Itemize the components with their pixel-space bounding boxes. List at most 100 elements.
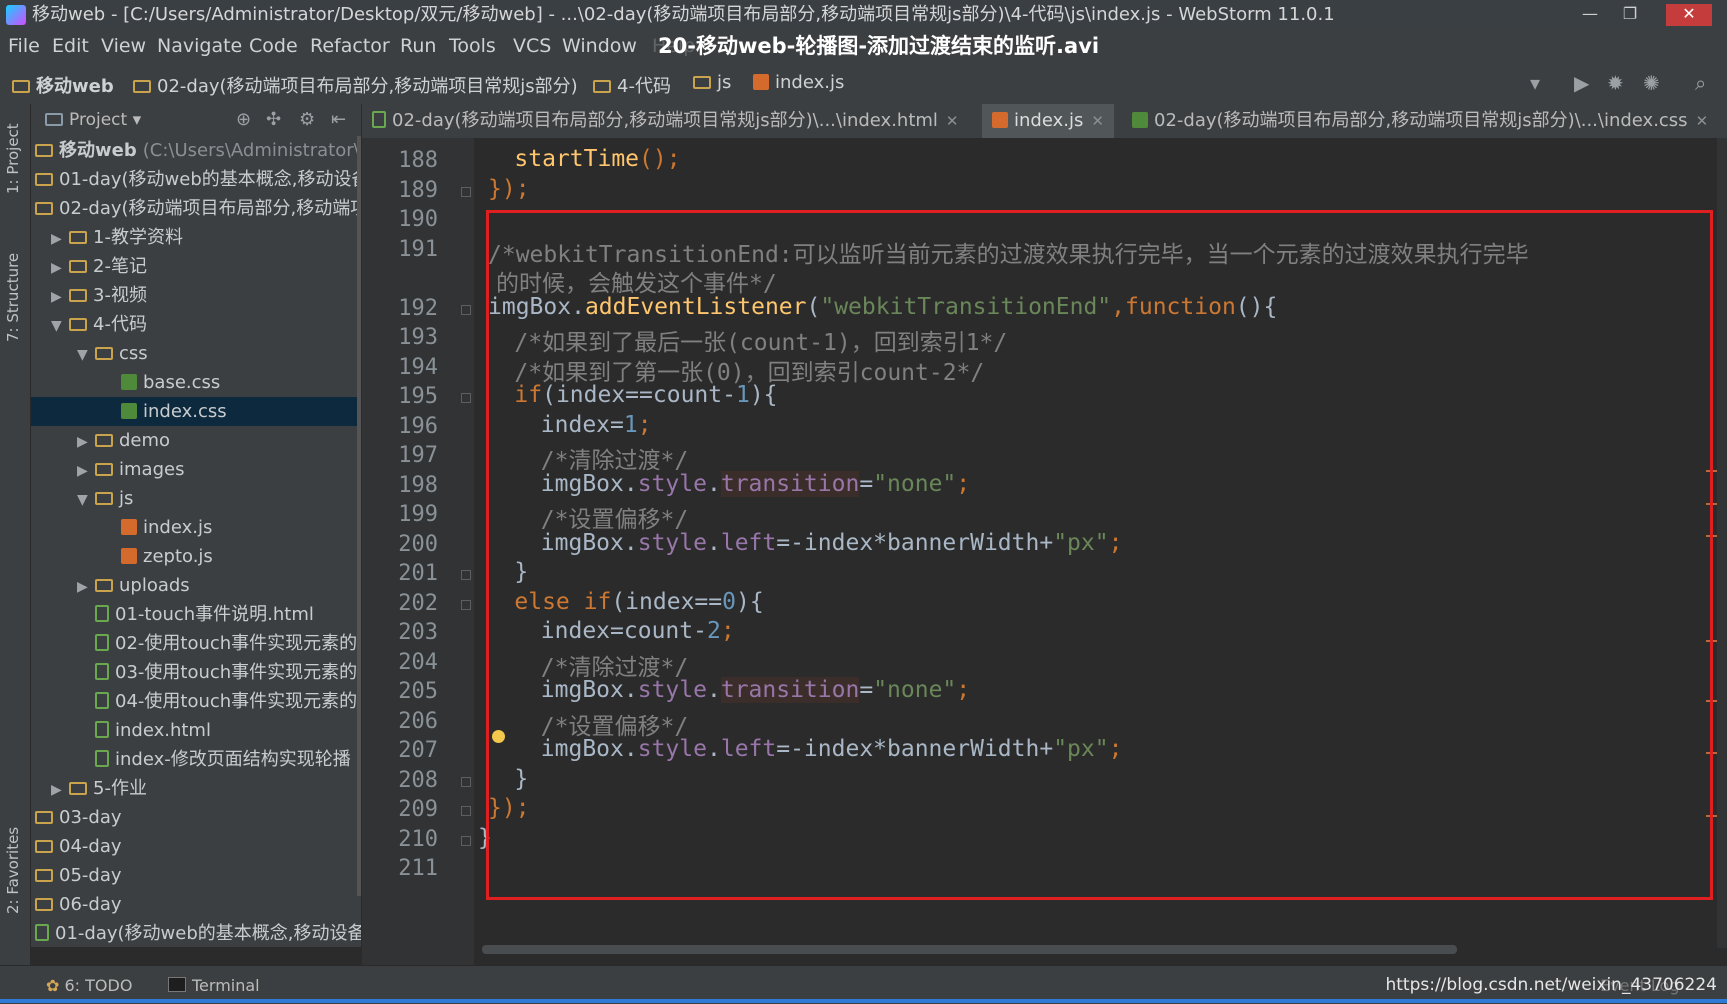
collapsed-arrow-icon[interactable]: ▶: [51, 776, 65, 805]
minimize-button[interactable]: —: [1575, 4, 1605, 26]
tree-folder[interactable]: ▼ 4-代码: [51, 310, 147, 339]
tree-file[interactable]: index.js: [103, 513, 212, 542]
folder-icon: [35, 869, 53, 882]
structure-tool-tab[interactable]: 7: Structure: [4, 253, 22, 342]
collapsed-arrow-icon[interactable]: ▶: [77, 428, 91, 457]
collapsed-arrow-icon[interactable]: ▶: [51, 283, 65, 312]
project-view-selector[interactable]: Project ▾: [45, 110, 141, 130]
tree-folder[interactable]: 06-day: [31, 890, 122, 919]
menu-edit[interactable]: Edit: [52, 30, 89, 62]
menu-view[interactable]: View: [101, 30, 146, 62]
fold-marker-icon[interactable]: [461, 806, 471, 816]
collapse-all-icon[interactable]: ✣: [266, 109, 281, 131]
menu-navigate[interactable]: Navigate: [157, 30, 242, 62]
tree-item-label: zepto.js: [143, 546, 213, 567]
tree-folder[interactable]: ▼ css: [77, 339, 148, 368]
close-window-button[interactable]: ✕: [1666, 4, 1712, 26]
run-icon[interactable]: ▶: [1574, 72, 1589, 94]
line-number: 200: [398, 531, 438, 557]
menu-run[interactable]: Run: [400, 30, 436, 62]
todo-tool-button[interactable]: ✿ 6: TODO: [46, 976, 132, 995]
tree-file[interactable]: index.html: [77, 716, 211, 745]
search-icon[interactable]: ⌕: [1695, 72, 1706, 94]
close-tab-icon[interactable]: ✕: [1091, 112, 1104, 130]
fold-marker-icon[interactable]: [461, 599, 471, 610]
tree-item-label: 4-代码: [93, 314, 147, 335]
collapsed-arrow-icon[interactable]: ▶: [77, 457, 91, 486]
breadcrumb-js-folder[interactable]: js: [693, 72, 731, 93]
window-title: 移动web - [C:/Users/Administrator/Desktop/…: [32, 4, 1335, 25]
favorites-tool-tab[interactable]: 2: Favorites: [4, 827, 22, 914]
dropdown-icon[interactable]: ▾: [1530, 72, 1540, 94]
tree-item-label: 02-使用touch事件实现元素的: [115, 633, 358, 654]
settings-gear-icon[interactable]: ⚙: [299, 109, 315, 131]
maximize-button[interactable]: ❐: [1615, 4, 1645, 26]
tree-folder[interactable]: 移动web(C:\Users\Administrator\Desk: [31, 136, 361, 165]
breadcrumb-file[interactable]: index.js: [753, 72, 844, 93]
coverage-icon[interactable]: ✺: [1643, 72, 1660, 94]
fold-marker-icon[interactable]: [461, 186, 471, 197]
expanded-arrow-icon[interactable]: ▼: [51, 312, 65, 341]
fold-marker-icon[interactable]: [461, 776, 471, 787]
terminal-tool-button[interactable]: Terminal: [168, 976, 260, 995]
watermark-url: https://blog.csdn.net/weixin_43706224: [1385, 975, 1717, 995]
tree-file[interactable]: 02-使用touch事件实现元素的: [77, 629, 357, 658]
menu-tools[interactable]: Tools: [449, 30, 496, 62]
tree-folder[interactable]: ▶ 1-教学资料: [51, 223, 183, 252]
tree-folder[interactable]: ▶ 3-视频: [51, 281, 147, 310]
tree-file[interactable]: base.css: [103, 368, 220, 397]
tree-folder[interactable]: 04-day: [31, 832, 122, 861]
editor-vertical-scrollbar[interactable]: [1717, 138, 1727, 948]
project-tool-tab[interactable]: 1: Project: [4, 123, 22, 194]
debug-icon[interactable]: ✹: [1607, 72, 1624, 94]
tree-folder[interactable]: ▶ 2-笔记: [51, 252, 147, 281]
tree-folder[interactable]: ▼ js: [77, 484, 133, 513]
intention-bulb-icon[interactable]: [492, 730, 505, 743]
tab-index-js[interactable]: index.js ✕: [982, 104, 1114, 138]
tree-folder[interactable]: 05-day: [31, 861, 122, 890]
menu-window[interactable]: Window: [562, 30, 637, 62]
fold-marker-icon[interactable]: [461, 304, 471, 315]
fold-marker-icon[interactable]: [461, 570, 471, 580]
breadcrumb-project[interactable]: 移动web: [12, 72, 114, 98]
tree-file[interactable]: 01-day(移动web的基本概念,移动设备: [31, 919, 361, 947]
scroll-from-source-icon[interactable]: ⊕: [236, 109, 251, 131]
breadcrumb-day-folder[interactable]: 02-day(移动端项目布局部分,移动端项目常规js部分): [133, 72, 578, 98]
tree-folder[interactable]: ▶ demo: [77, 426, 170, 455]
expanded-arrow-icon[interactable]: ▼: [77, 341, 91, 370]
fold-marker-icon[interactable]: [461, 835, 471, 846]
tree-file[interactable]: index.css: [31, 397, 361, 426]
status-progress-line: [0, 999, 1727, 1003]
menu-file[interactable]: File: [8, 30, 40, 62]
tab-index-css[interactable]: 02-day(移动端项目布局部分,移动端项目常规js部分)\...\index.…: [1122, 104, 1718, 138]
fold-marker-icon[interactable]: [461, 393, 471, 403]
tab-index-html[interactable]: 02-day(移动端项目布局部分,移动端项目常规js部分)\...\index.…: [362, 104, 969, 138]
menu-code[interactable]: Code: [249, 30, 298, 62]
tree-file[interactable]: 01-touch事件说明.html: [77, 600, 314, 629]
line-number: 194: [398, 354, 438, 380]
editor-horizontal-scrollbar[interactable]: [482, 945, 1457, 954]
video-title-overlay: 20-移动web-轮播图-添加过渡结束的监听.avi: [658, 34, 1100, 58]
tree-folder[interactable]: ▶ images: [77, 455, 184, 484]
tree-file[interactable]: 04-使用touch事件实现元素的: [77, 687, 357, 716]
hide-panel-icon[interactable]: ⇤: [331, 109, 346, 131]
tree-file[interactable]: 03-使用touch事件实现元素的: [77, 658, 357, 687]
project-tree-scrollbar[interactable]: [357, 136, 361, 896]
menu-vcs[interactable]: VCS: [513, 30, 551, 62]
tree-file[interactable]: zepto.js: [103, 542, 213, 571]
collapsed-arrow-icon[interactable]: ▶: [51, 225, 65, 254]
tree-folder[interactable]: 03-day: [31, 803, 122, 832]
tree-folder[interactable]: 02-day(移动端项目布局部分,移动端项: [31, 194, 361, 223]
tree-folder[interactable]: ▶ 5-作业: [51, 774, 147, 803]
expanded-arrow-icon[interactable]: ▼: [77, 486, 91, 515]
tree-folder[interactable]: 01-day(移动web的基本概念,移动设备: [31, 165, 361, 194]
close-tab-icon[interactable]: ✕: [946, 112, 959, 130]
tree-folder[interactable]: ▶ uploads: [77, 571, 190, 600]
folder-icon: [693, 76, 711, 89]
close-tab-icon[interactable]: ✕: [1696, 112, 1709, 130]
menu-refactor[interactable]: Refactor: [310, 30, 390, 62]
breadcrumb-code-folder[interactable]: 4-代码: [593, 72, 671, 98]
collapsed-arrow-icon[interactable]: ▶: [77, 573, 91, 602]
tree-file[interactable]: index-修改页面结构实现轮播: [77, 745, 351, 774]
collapsed-arrow-icon[interactable]: ▶: [51, 254, 65, 283]
